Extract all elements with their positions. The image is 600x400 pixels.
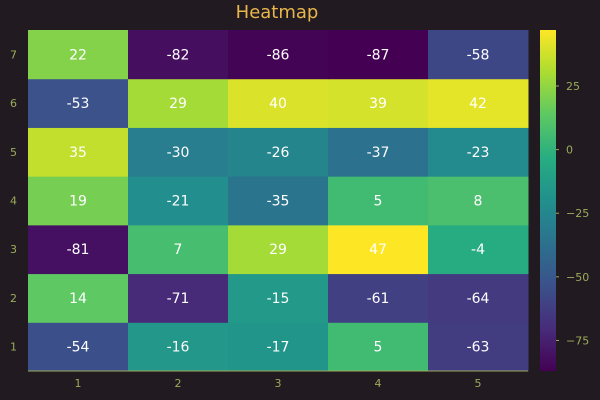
cell-value-label-r7-c2: -82 xyxy=(167,47,190,63)
cell-value-label-r5-c5: -23 xyxy=(467,145,490,161)
y-tick-label-1: 1 xyxy=(10,341,17,354)
cell-value-label-r5-c4: -37 xyxy=(367,145,390,161)
chart-title: Heatmap xyxy=(236,2,319,23)
cell-value-label-r3-c3: 29 xyxy=(269,242,287,258)
cell-value-label-r3-c4: 47 xyxy=(369,242,387,258)
cell-value-label-r4-c5: 8 xyxy=(474,194,483,210)
cell-value-label-r6-c4: 39 xyxy=(369,96,387,112)
y-tick-label-4: 4 xyxy=(10,195,17,208)
x-tick-label-5: 5 xyxy=(475,377,482,390)
cell-value-label-r5-c3: -26 xyxy=(267,145,290,161)
y-tick-label-2: 2 xyxy=(10,292,17,305)
y-tick-label-7: 7 xyxy=(10,48,17,61)
cell-value-label-r6-c3: 40 xyxy=(269,96,287,112)
colorbar-tick-label--25: −25 xyxy=(566,207,589,220)
colorbar xyxy=(540,30,556,371)
y-tick-label-5: 5 xyxy=(10,146,17,159)
cell-value-label-r4-c1: 19 xyxy=(69,194,87,210)
colorbar-tick-label-0: 0 xyxy=(566,144,573,157)
colorbar-tick-label--50: −50 xyxy=(566,271,589,284)
cell-value-label-r7-c4: -87 xyxy=(367,47,390,63)
cell-value-label-r4-c2: -21 xyxy=(167,194,190,210)
cell-value-label-r2-c2: -71 xyxy=(167,291,190,307)
cell-value-label-r6-c1: -53 xyxy=(67,96,90,112)
cell-value-label-r7-c5: -58 xyxy=(467,47,490,63)
cell-value-label-r5-c2: -30 xyxy=(167,145,190,161)
cell-value-label-r1-c5: -63 xyxy=(467,340,490,356)
x-axis-ticks: 1 2 3 4 5 xyxy=(75,377,482,390)
cell-value-label-r3-c1: -81 xyxy=(67,242,90,258)
cell-value-label-r3-c2: 7 xyxy=(174,242,183,258)
cell-value-label-r5-c1: 35 xyxy=(69,145,87,161)
cell-value-label-r1-c3: -17 xyxy=(267,340,290,356)
colorbar-ticks: −75 −50 −25 0 25 xyxy=(556,80,589,347)
y-tick-label-6: 6 xyxy=(10,97,17,110)
cell-value-label-r2-c3: -15 xyxy=(267,291,290,307)
x-tick-label-2: 2 xyxy=(175,377,182,390)
cell-value-label-r4-c3: -35 xyxy=(267,194,290,210)
cell-value-label-r6-c2: 29 xyxy=(169,96,187,112)
cell-value-label-r7-c1: 22 xyxy=(69,47,87,63)
y-axis-ticks: 1 2 3 4 5 6 7 xyxy=(10,48,17,353)
cell-value-label-r2-c5: -64 xyxy=(467,291,490,307)
y-tick-label-3: 3 xyxy=(10,243,17,256)
cell-value-label-r3-c5: -4 xyxy=(471,242,485,258)
x-tick-label-3: 3 xyxy=(275,377,282,390)
cell-value-label-r7-c3: -86 xyxy=(267,47,290,63)
cell-value-label-r1-c4: 5 xyxy=(374,340,383,356)
x-tick-label-1: 1 xyxy=(75,377,82,390)
cell-value-label-r2-c4: -61 xyxy=(367,291,390,307)
cell-value-label-r2-c1: 14 xyxy=(69,291,87,307)
colorbar-tick-label-25: 25 xyxy=(566,80,580,93)
x-tick-label-4: 4 xyxy=(375,377,382,390)
colorbar-tick-label--75: −75 xyxy=(566,334,589,347)
heatmap-chart: Heatmap -54 -16 -17 5 -6314 -71 -15 -61 -64-81 7 2… xyxy=(10,2,589,390)
cell-value-label-r1-c2: -16 xyxy=(167,340,190,356)
cell-value-label-r4-c4: 5 xyxy=(374,194,383,210)
cell-value-label-r6-c5: 42 xyxy=(469,96,487,112)
cell-value-label-r1-c1: -54 xyxy=(67,340,90,356)
